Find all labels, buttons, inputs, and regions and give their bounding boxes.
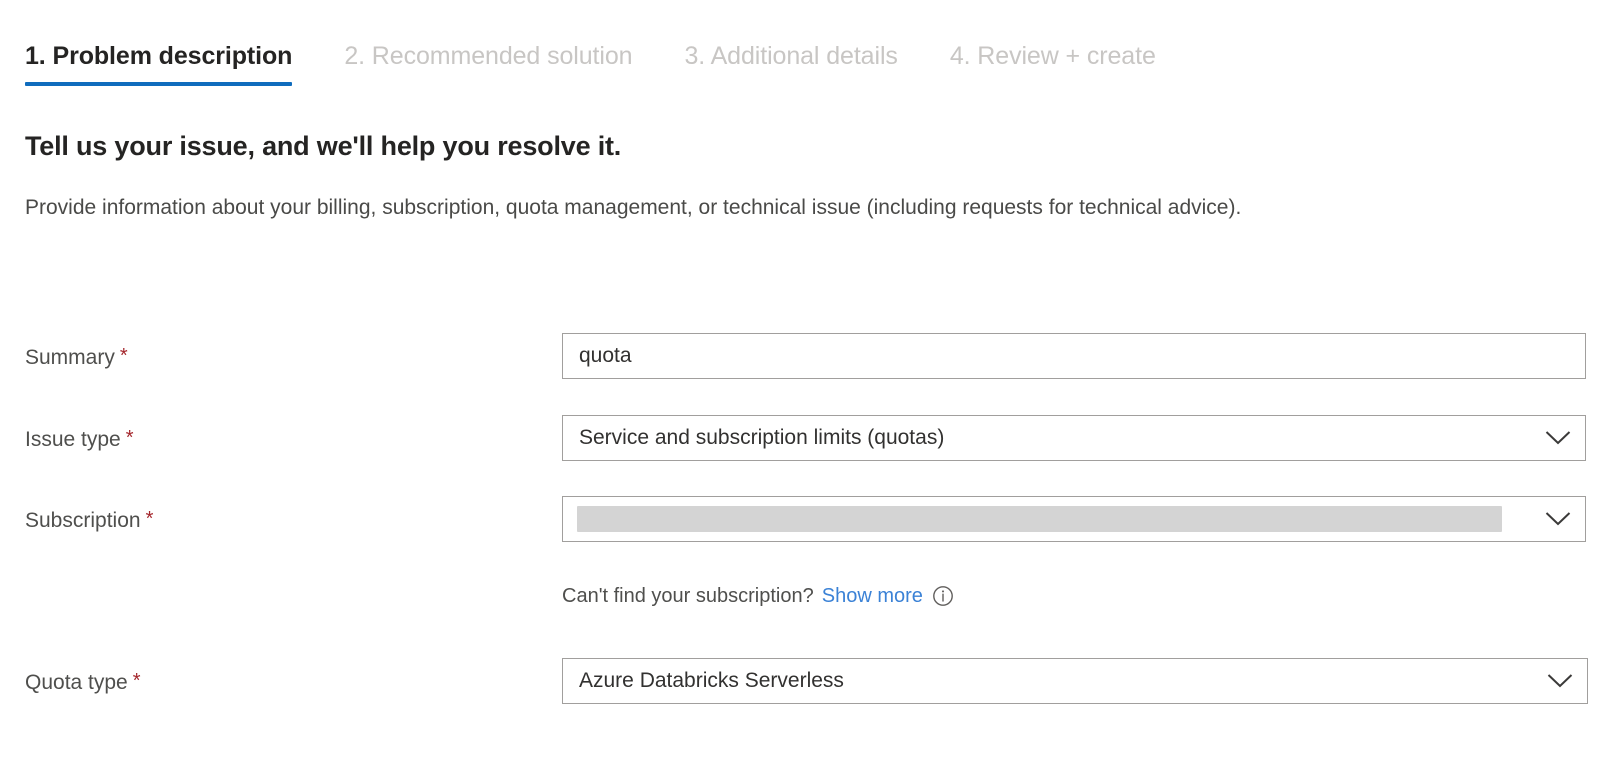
quota-type-dropdown[interactable]: Azure Databricks Serverless (562, 658, 1588, 704)
quota-type-label-text: Quota type (25, 671, 128, 694)
chevron-down-icon[interactable] (1531, 430, 1585, 446)
chevron-down-icon[interactable] (1533, 673, 1587, 689)
tab-additional-details-label: 3. Additional details (684, 42, 897, 70)
issue-type-selected-value: Service and subscription limits (quotas) (579, 426, 1531, 450)
page-description: Provide information about your billing, … (25, 191, 1515, 224)
form-row-subscription: Subscription* (0, 496, 1620, 542)
info-circle-icon[interactable] (932, 585, 954, 607)
issue-type-label-text: Issue type (25, 428, 121, 451)
quota-type-required-asterisk: * (133, 670, 141, 692)
quota-type-label: Quota type* (25, 667, 141, 697)
summary-required-asterisk: * (120, 345, 128, 367)
form-row-quota-type: Quota type* Azure Databricks Serverless (0, 658, 1620, 704)
tab-recommended-solution[interactable]: 2. Recommended solution (344, 40, 632, 86)
chevron-down-icon[interactable] (1531, 511, 1585, 527)
wizard-step-tabs: 1. Problem description 2. Recommended so… (25, 40, 1208, 86)
tab-review-create[interactable]: 4. Review + create (950, 40, 1156, 86)
quota-type-selected-value: Azure Databricks Serverless (579, 669, 1533, 693)
subscription-helper-line: Can't find your subscription? Show more (562, 583, 954, 609)
subscription-dropdown[interactable] (562, 496, 1586, 542)
issue-type-required-asterisk: * (126, 427, 134, 449)
tab-review-create-label: 4. Review + create (950, 42, 1156, 70)
summary-label-text: Summary (25, 346, 115, 369)
subscription-helper-text: Can't find your subscription? (562, 583, 814, 609)
form-row-summary: Summary* quota (0, 333, 1620, 379)
redacted-subscription-value (577, 506, 1502, 532)
active-tab-underline (25, 82, 292, 86)
subscription-selected-value (577, 506, 1531, 532)
summary-label: Summary* (25, 342, 128, 372)
issue-type-label: Issue type* (25, 424, 134, 454)
issue-type-dropdown[interactable]: Service and subscription limits (quotas) (562, 415, 1586, 461)
page-title: Tell us your issue, and we'll help you r… (25, 128, 621, 164)
show-more-link[interactable]: Show more (822, 583, 923, 609)
tab-additional-details[interactable]: 3. Additional details (684, 40, 897, 86)
form-row-issue-type: Issue type* Service and subscription lim… (0, 415, 1620, 461)
tab-problem-description-label: 1. Problem description (25, 42, 292, 70)
subscription-label: Subscription* (25, 505, 153, 535)
summary-input-value: quota (579, 344, 1585, 368)
tab-problem-description[interactable]: 1. Problem description (25, 40, 292, 86)
summary-input[interactable]: quota (562, 333, 1586, 379)
tab-recommended-solution-label: 2. Recommended solution (344, 42, 632, 70)
subscription-required-asterisk: * (146, 508, 154, 530)
subscription-label-text: Subscription (25, 509, 141, 532)
